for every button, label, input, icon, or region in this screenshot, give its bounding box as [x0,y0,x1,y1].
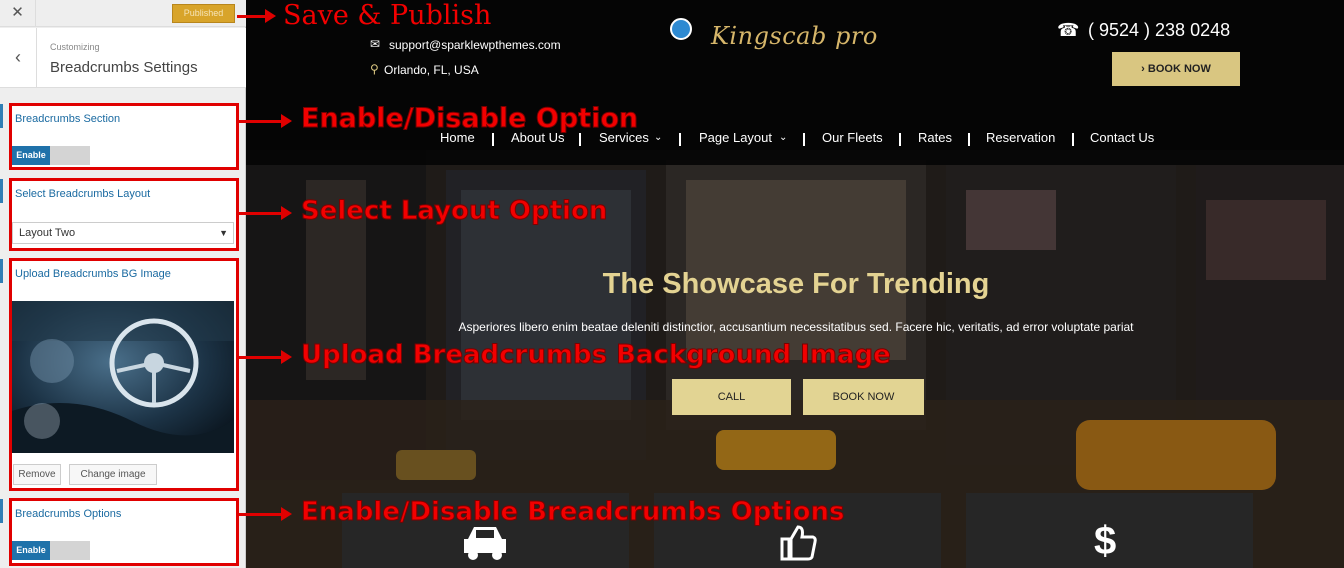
header-location: Orlando, FL, USA [384,63,479,77]
location-pin-icon: ⚲ [370,62,379,76]
nav-contact[interactable]: Contact Us [1090,130,1154,145]
header-title: Breadcrumbs Settings [50,59,198,76]
highlight-bg-image-control [9,258,239,491]
arrow-layout [239,212,283,215]
feature-box: $ [966,493,1253,568]
hero-title: The Showcase For Trending [602,268,990,300]
site-logo[interactable]: Kingscab pro [711,22,878,50]
arrow-upload [239,356,283,359]
close-icon[interactable]: ✕ [0,0,36,27]
control-indicator [0,179,3,203]
hero-call-button[interactable]: CALL [672,379,791,415]
nav-separator [968,133,970,146]
header-email[interactable]: support@sparklewpthemes.com [389,38,561,52]
control-indicator [0,499,3,523]
highlight-section-control [9,103,239,170]
annotation-upload-image: Upload Breadcrumbs Background Image [301,340,892,371]
arrow-save [237,15,267,18]
customizer-header: ‹ Customizing Breadcrumbs Settings [0,28,246,88]
arrow-options [239,513,283,516]
arrow-head-icon [281,206,292,220]
control-indicator [0,259,3,283]
nav-fleets[interactable]: Our Fleets [822,130,883,145]
site-preview: ✉ support@sparklewpthemes.com ⚲ Orlando,… [246,0,1344,568]
chevron-down-icon: ⌄ [779,132,788,143]
hero-book-now-button[interactable]: BOOK NOW [803,379,924,415]
chevron-down-icon: ⌄ [654,132,663,143]
publish-button[interactable]: Published [172,4,235,23]
control-indicator [0,104,3,128]
nav-separator [1072,133,1074,146]
annotation-breadcrumbs-options: Enable/Disable Breadcrumbs Options [301,497,845,528]
chevron-left-icon[interactable]: ‹ [0,28,37,88]
arrow-head-icon [281,114,292,128]
arrow-head-icon [265,9,276,23]
customizer-topbar: ✕ Published [0,0,246,27]
book-now-label: BOOK NOW [1147,63,1211,75]
chevron-right-icon: › [1141,63,1148,75]
annotation-save-publish: Save & Publish [283,0,492,31]
email-icon: ✉ [370,37,381,51]
nav-separator [679,133,681,146]
dollar-icon: $ [1094,519,1117,563]
annotation-layout-option: Select Layout Option [300,196,608,227]
nav-separator [579,133,581,146]
header-book-now-button[interactable]: › BOOK NOW [1112,52,1240,86]
nav-page-layout[interactable]: Page Layout [699,130,772,145]
arrow-head-icon [281,507,292,521]
nav-rates[interactable]: Rates [918,130,952,145]
highlight-options-control [9,498,239,566]
nav-reservation[interactable]: Reservation [986,130,1055,145]
highlight-layout-control [9,178,239,251]
header-phone: ( 9524 ) 238 0248 [1088,20,1231,40]
edit-pencil-icon[interactable] [670,18,692,40]
annotation-enable-option: Enable/Disable Option [300,103,639,135]
thumbs-up-icon [780,525,817,561]
nav-separator [899,133,901,146]
car-icon [464,527,506,560]
nav-separator [492,133,494,146]
arrow-head-icon [281,350,292,364]
phone-icon: ☎ [1057,20,1080,40]
arrow-enable [239,120,283,123]
nav-separator [803,133,805,146]
header-subtitle: Customizing [50,42,100,52]
